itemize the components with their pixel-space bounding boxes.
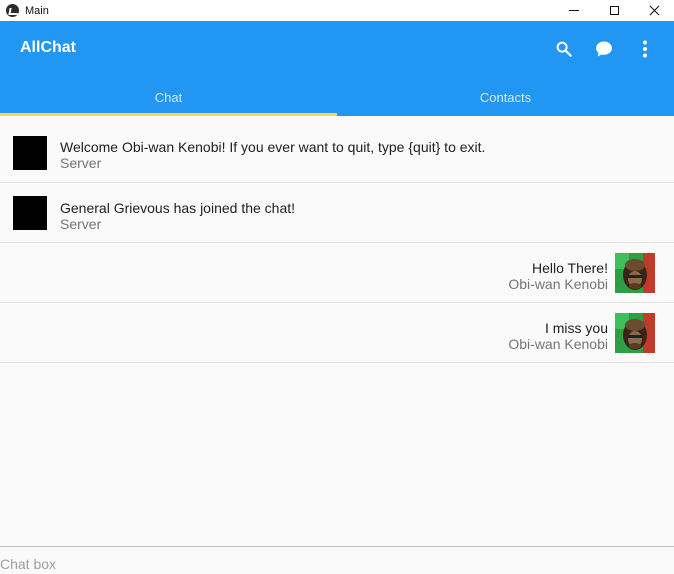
window-controls (554, 0, 674, 21)
more-options-button[interactable] (633, 37, 657, 61)
minimize-icon (569, 10, 579, 11)
message-text: I miss you (544, 320, 608, 336)
maximize-button[interactable] (594, 0, 634, 21)
message-list[interactable]: Welcome Obi-wan Kenobi! If you ever want… (0, 116, 674, 363)
chat-bubble-icon (596, 41, 612, 57)
server-avatar (13, 196, 47, 230)
chat-box (0, 546, 674, 573)
search-button[interactable] (552, 37, 576, 61)
message-text: Welcome Obi-wan Kenobi! If you ever want… (60, 139, 486, 155)
chat-button[interactable] (592, 37, 616, 61)
app-logo-icon (6, 4, 19, 17)
message-item: General Grievous has joined the chat! Se… (0, 183, 674, 243)
tab-bar: Chat Contacts (0, 78, 674, 116)
message-text: Hello There! (531, 260, 608, 276)
app-bar: AllChat Chat Contacts (0, 21, 674, 116)
message-text: General Grievous has joined the chat! (60, 200, 296, 216)
close-icon (649, 5, 660, 16)
message-item: Hello There! Obi-wan Kenobi (0, 243, 674, 303)
server-avatar (13, 136, 47, 170)
tab-chat[interactable]: Chat (0, 78, 337, 116)
tab-contacts[interactable]: Contacts (337, 78, 674, 116)
message-sender: Server (60, 155, 102, 171)
more-vert-icon (643, 40, 647, 58)
maximize-icon (609, 6, 619, 15)
user-avatar (615, 313, 655, 353)
message-sender: Obi-wan Kenobi (508, 336, 608, 352)
message-sender: Server (60, 216, 102, 232)
message-sender: Obi-wan Kenobi (508, 276, 608, 292)
app-title: AllChat (20, 39, 76, 56)
minimize-button[interactable] (554, 0, 594, 21)
message-item: I miss you Obi-wan Kenobi (0, 303, 674, 363)
search-icon (556, 41, 572, 57)
message-item: Welcome Obi-wan Kenobi! If you ever want… (0, 116, 674, 183)
chat-input[interactable] (0, 547, 674, 573)
window-title: Main (25, 4, 49, 17)
close-button[interactable] (634, 0, 674, 21)
window-titlebar: Main (0, 0, 674, 22)
user-avatar (615, 253, 655, 293)
